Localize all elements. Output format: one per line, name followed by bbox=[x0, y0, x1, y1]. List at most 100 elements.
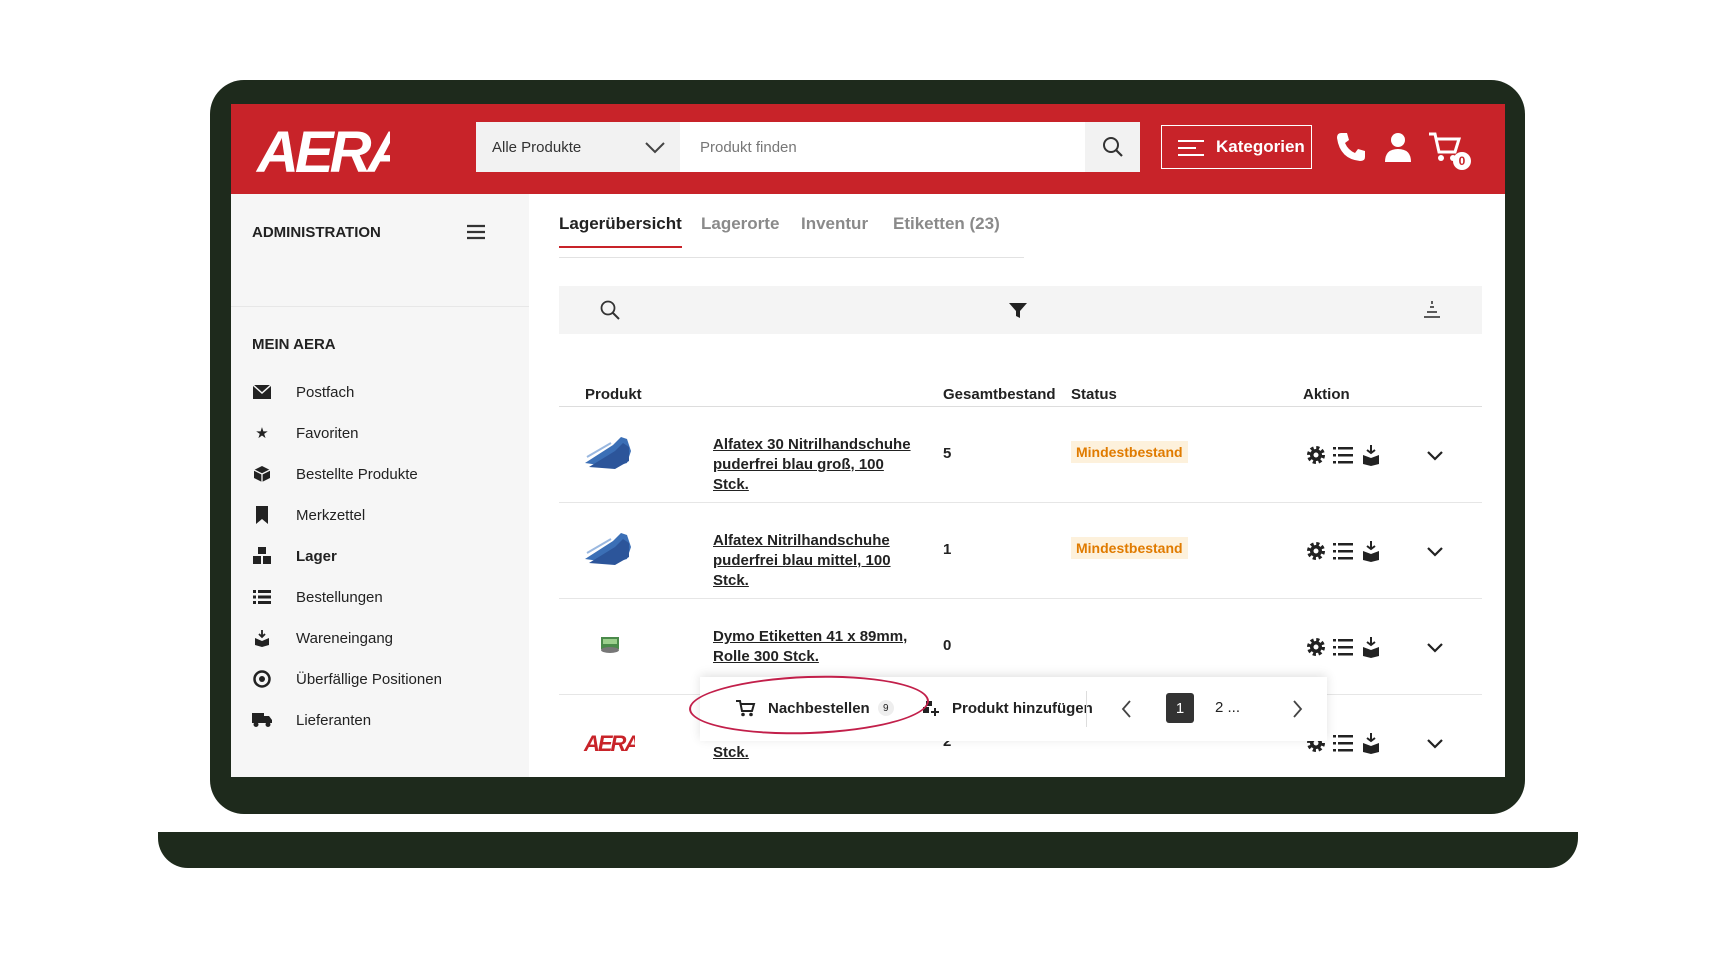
sidebar-item-label: Lager bbox=[296, 547, 337, 565]
box-icon bbox=[251, 464, 273, 484]
search-icon bbox=[1102, 137, 1123, 157]
column-header-action: Aktion bbox=[1303, 386, 1350, 403]
sidebar: ADMINISTRATION MEIN AERA Postfach ★ Favo… bbox=[231, 194, 529, 777]
blue-gloves-image bbox=[585, 533, 631, 565]
chevron-left-icon[interactable] bbox=[1120, 699, 1134, 719]
sidebar-item-label: Merkzettel bbox=[296, 506, 366, 524]
product-scope-select[interactable]: Alle Produkte bbox=[476, 122, 680, 172]
section-heading: MEIN AERA bbox=[252, 336, 336, 353]
sidebar-item-lager[interactable]: Lager bbox=[251, 543, 521, 569]
label-roll-image bbox=[601, 637, 619, 653]
column-header-product: Produkt bbox=[585, 386, 642, 403]
table-row: Alfatex Nitrilhandschuhe puderfrei blau … bbox=[559, 503, 1482, 599]
list-icon[interactable] bbox=[1331, 731, 1355, 755]
svg-text:AERA: AERA bbox=[255, 120, 390, 182]
product-name-link[interactable]: Alfatex 30 Nitrilhandschuhe puderfrei bl… bbox=[713, 435, 923, 495]
list-icon bbox=[251, 587, 273, 607]
chevron-down-icon[interactable] bbox=[1423, 443, 1447, 467]
search-bar: Alle Produkte bbox=[476, 122, 1140, 172]
status-badge: Mindestbestand bbox=[1071, 441, 1188, 463]
tab-inventur[interactable]: Inventur bbox=[801, 214, 868, 246]
incoming-goods-icon[interactable] bbox=[1359, 635, 1383, 659]
stock-value: 5 bbox=[943, 445, 952, 462]
sidebar-item-label: Lieferanten bbox=[296, 711, 372, 729]
overdue-icon bbox=[251, 669, 273, 689]
search-input[interactable] bbox=[680, 122, 1085, 172]
sidebar-divider bbox=[231, 306, 529, 307]
sidebar-item-label: Favoriten bbox=[296, 424, 359, 442]
sidebar-item-merkzettel[interactable]: Merkzettel bbox=[251, 502, 521, 528]
sidebar-item-label: Bestellungen bbox=[296, 588, 383, 606]
user-icon[interactable] bbox=[1381, 130, 1415, 164]
incoming-goods-icon[interactable] bbox=[1359, 731, 1383, 755]
chevron-right-icon[interactable] bbox=[1290, 699, 1304, 719]
gear-icon[interactable] bbox=[1304, 539, 1328, 563]
menu-icon bbox=[1178, 140, 1204, 156]
tabs-divider bbox=[559, 257, 1024, 258]
page-next-numbers[interactable]: 2 ... bbox=[1215, 699, 1240, 716]
cart-count-badge: 0 bbox=[1453, 152, 1471, 170]
incoming-goods-icon[interactable] bbox=[1359, 539, 1383, 563]
search-button[interactable] bbox=[1085, 122, 1140, 172]
column-header-status[interactable]: Status bbox=[1071, 386, 1117, 403]
laptop-base bbox=[158, 832, 1578, 868]
sidebar-item-label: Wareneingang bbox=[296, 629, 394, 647]
top-header: AERA Alle Produkte Kategorien 0 bbox=[231, 104, 1505, 194]
sidebar-item-label: Postfach bbox=[296, 383, 355, 401]
incoming-goods-icon bbox=[251, 628, 273, 648]
sidebar-item-wareneingang[interactable]: Wareneingang bbox=[251, 625, 521, 651]
list-icon[interactable] bbox=[1331, 539, 1355, 563]
chevron-down-icon[interactable] bbox=[1423, 539, 1447, 563]
sidebar-item-bestellungen[interactable]: Bestellungen bbox=[251, 584, 521, 610]
table-row: Alfatex 30 Nitrilhandschuhe puderfrei bl… bbox=[559, 407, 1482, 503]
star-icon: ★ bbox=[255, 425, 269, 442]
blue-gloves-image bbox=[585, 437, 631, 469]
sort-icon[interactable] bbox=[1421, 299, 1443, 321]
stock-value: 0 bbox=[943, 637, 952, 654]
svg-text:AERA: AERA bbox=[583, 731, 635, 756]
scope-select-value: Alle Produkte bbox=[492, 138, 582, 156]
truck-icon bbox=[251, 710, 273, 730]
sidebar-item-label: Bestellte Produkte bbox=[296, 465, 418, 483]
list-icon[interactable] bbox=[1331, 635, 1355, 659]
page-current[interactable]: 1 bbox=[1166, 693, 1194, 723]
filter-icon[interactable] bbox=[1007, 299, 1029, 321]
admin-heading: ADMINISTRATION bbox=[252, 224, 381, 241]
incoming-goods-icon[interactable] bbox=[1359, 443, 1383, 467]
envelope-icon bbox=[251, 382, 273, 402]
bookmark-icon bbox=[251, 505, 273, 525]
categories-label: Kategorien bbox=[1216, 137, 1305, 156]
sidebar-item-bestellte-produkte[interactable]: Bestellte Produkte bbox=[251, 461, 521, 487]
aera-logo[interactable]: AERA bbox=[255, 116, 390, 182]
categories-button[interactable]: Kategorien bbox=[1161, 125, 1312, 169]
column-header-stock[interactable]: Gesamtbestand bbox=[943, 386, 1056, 403]
status-badge: Mindestbestand bbox=[1071, 537, 1188, 559]
list-icon[interactable] bbox=[1331, 443, 1355, 467]
product-name-link[interactable]: Dymo Etiketten 41 x 89mm, Rolle 300 Stck… bbox=[713, 627, 923, 667]
hamburger-icon[interactable] bbox=[466, 224, 486, 240]
phone-icon[interactable] bbox=[1334, 130, 1368, 164]
product-name-link[interactable]: Alfatex Nitrilhandschuhe puderfrei blau … bbox=[713, 531, 923, 591]
chevron-down-icon[interactable] bbox=[1423, 731, 1447, 755]
tab-etiketten[interactable]: Etiketten (23) bbox=[893, 214, 1000, 246]
tab-lageruebersicht[interactable]: Lagerübersicht bbox=[559, 214, 682, 248]
sidebar-item-favoriten[interactable]: ★ Favoriten bbox=[251, 420, 521, 446]
gear-icon[interactable] bbox=[1304, 635, 1328, 659]
add-product-label: Produkt hinzufügen bbox=[952, 699, 1093, 717]
app-screen: AERA Alle Produkte Kategorien 0 ADMINIST… bbox=[231, 104, 1505, 777]
chevron-down-icon bbox=[645, 142, 665, 154]
table-toolbar bbox=[559, 286, 1482, 334]
sidebar-item-postfach[interactable]: Postfach bbox=[251, 379, 521, 405]
action-bar-divider bbox=[1086, 691, 1087, 727]
gear-icon[interactable] bbox=[1304, 443, 1328, 467]
tab-lagerorte[interactable]: Lagerorte bbox=[701, 214, 779, 246]
sidebar-item-label: Überfällige Positionen bbox=[296, 670, 442, 688]
sidebar-item-lieferanten[interactable]: Lieferanten bbox=[251, 707, 521, 733]
warehouse-icon bbox=[251, 546, 273, 566]
chevron-down-icon[interactable] bbox=[1423, 635, 1447, 659]
aera-logo-image: AERA bbox=[583, 731, 635, 756]
add-product-button[interactable]: Produkt hinzufügen bbox=[922, 699, 1093, 717]
sidebar-item-ueberfaellige-positionen[interactable]: Überfällige Positionen bbox=[251, 666, 521, 692]
search-icon[interactable] bbox=[599, 299, 621, 321]
stock-value: 1 bbox=[943, 541, 952, 558]
